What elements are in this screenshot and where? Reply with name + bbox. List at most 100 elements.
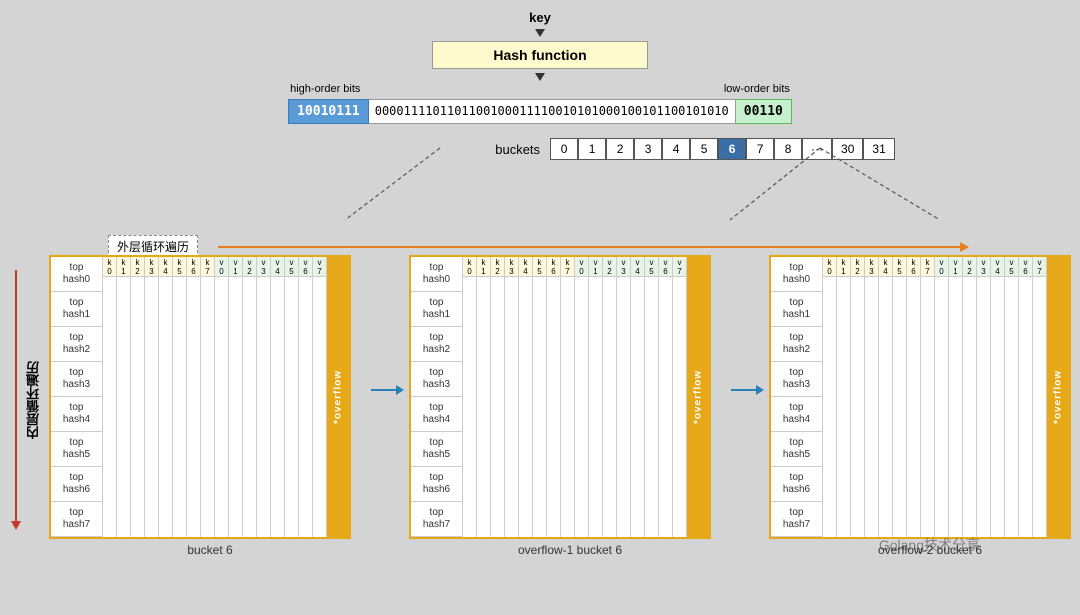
hash-cell: top hash2 (51, 327, 102, 362)
overflow-text: *overflow (687, 257, 709, 537)
v-body-3 (257, 277, 270, 537)
v-header-0: v0 (935, 257, 948, 277)
k-columns-group: k0k1k2k3k4k5k6k7 (463, 257, 575, 537)
v-col-3: v3 (617, 257, 631, 537)
k-col-7: k7 (921, 257, 935, 537)
hash-cell: top hash1 (411, 292, 462, 327)
v-col-3: v3 (977, 257, 991, 537)
outer-loop-arrow (218, 246, 968, 248)
k-header-7: k7 (201, 257, 214, 277)
k-header-7: k7 (561, 257, 574, 277)
v-col-5: v5 (645, 257, 659, 537)
k-header-5: k5 (893, 257, 906, 277)
v-header-2: v2 (603, 257, 616, 277)
v-col-7: v7 (313, 257, 327, 537)
overflow-col: *overflow (1047, 257, 1069, 537)
k-body-0 (463, 277, 476, 537)
v-body-0 (575, 277, 588, 537)
low-bits: 00110 (736, 99, 792, 124)
bucket-cell-···: ··· (802, 138, 832, 160)
k-body-2 (851, 277, 864, 537)
v-columns-group: v0v1v2v3v4v5v6v7 (215, 257, 327, 537)
k-header-6: k6 (907, 257, 920, 277)
k-columns-group: k0k1k2k3k4k5k6k7 (103, 257, 215, 537)
v-body-1 (949, 277, 962, 537)
k-header-0: k0 (463, 257, 476, 277)
overflow-col: *overflow (687, 257, 709, 537)
k-col-7: k7 (201, 257, 215, 537)
overflow-text: *overflow (1047, 257, 1069, 537)
k-col-1: k1 (117, 257, 131, 537)
overflow-2-bucket-6: top hash0top hash1top hash2top hash3top … (769, 255, 1080, 561)
arrow-between-buckets-2 (731, 385, 764, 395)
k-body-7 (561, 277, 574, 537)
v-col-6: v6 (659, 257, 673, 537)
v-header-1: v1 (949, 257, 962, 277)
v-header-7: v7 (1033, 257, 1046, 277)
k-body-6 (907, 277, 920, 537)
v-body-1 (589, 277, 602, 537)
bucket-cell-7: 7 (746, 138, 774, 160)
k-col-5: k5 (533, 257, 547, 537)
k-body-1 (117, 277, 130, 537)
k-header-5: k5 (173, 257, 186, 277)
k-col-6: k6 (547, 257, 561, 537)
arrow-to-hash (535, 29, 545, 37)
bucket-cell-5: 5 (690, 138, 718, 160)
v-col-1: v1 (229, 257, 243, 537)
k-header-1: k1 (837, 257, 850, 277)
bucket-cell-31: 31 (863, 138, 894, 160)
hash-cell: top hash3 (411, 362, 462, 397)
k-header-2: k2 (131, 257, 144, 277)
bucket-6: top hash0top hash1top hash2top hash3top … (49, 255, 371, 561)
k-body-4 (519, 277, 532, 537)
hash-function-box: Hash function (432, 41, 647, 69)
v-body-5 (1005, 277, 1018, 537)
v-header-3: v3 (257, 257, 270, 277)
bucket-cell-30: 30 (832, 138, 863, 160)
hash-cell: top hash5 (411, 432, 462, 467)
k-body-5 (533, 277, 546, 537)
v-header-5: v5 (1005, 257, 1018, 277)
bucket-label-0: bucket 6 (49, 539, 371, 561)
key-label: key (529, 10, 551, 25)
k-body-7 (921, 277, 934, 537)
k-col-2: k2 (491, 257, 505, 537)
v-body-5 (285, 277, 298, 537)
hash-cell: top hash6 (771, 467, 822, 502)
bucket-cell-6: 6 (718, 138, 746, 160)
hash-cell: top hash1 (51, 292, 102, 327)
bucket-cell-3: 3 (634, 138, 662, 160)
v-header-4: v4 (271, 257, 284, 277)
k-body-4 (159, 277, 172, 537)
v-header-6: v6 (659, 257, 672, 277)
k-header-3: k3 (865, 257, 878, 277)
k-header-4: k4 (159, 257, 172, 277)
k-col-2: k2 (851, 257, 865, 537)
k-col-5: k5 (173, 257, 187, 537)
k-body-3 (865, 277, 878, 537)
hash-cell: top hash4 (51, 397, 102, 432)
v-col-0: v0 (935, 257, 949, 537)
hash-cell: top hash7 (51, 502, 102, 537)
v-col-2: v2 (963, 257, 977, 537)
hash-cell: top hash5 (771, 432, 822, 467)
v-header-4: v4 (991, 257, 1004, 277)
k-body-5 (173, 277, 186, 537)
k-body-7 (201, 277, 214, 537)
hash-cell: top hash2 (771, 327, 822, 362)
arrow-between-buckets-1 (371, 385, 404, 395)
v-col-2: v2 (243, 257, 257, 537)
v-body-2 (603, 277, 616, 537)
v-col-4: v4 (991, 257, 1005, 537)
v-body-4 (631, 277, 644, 537)
v-body-0 (935, 277, 948, 537)
v-header-5: v5 (645, 257, 658, 277)
v-body-7 (1033, 277, 1046, 537)
bucket-cell-8: 8 (774, 138, 802, 160)
v-header-0: v0 (575, 257, 588, 277)
v-header-5: v5 (285, 257, 298, 277)
buckets-label: buckets (495, 142, 540, 157)
k-body-3 (145, 277, 158, 537)
k-header-2: k2 (851, 257, 864, 277)
